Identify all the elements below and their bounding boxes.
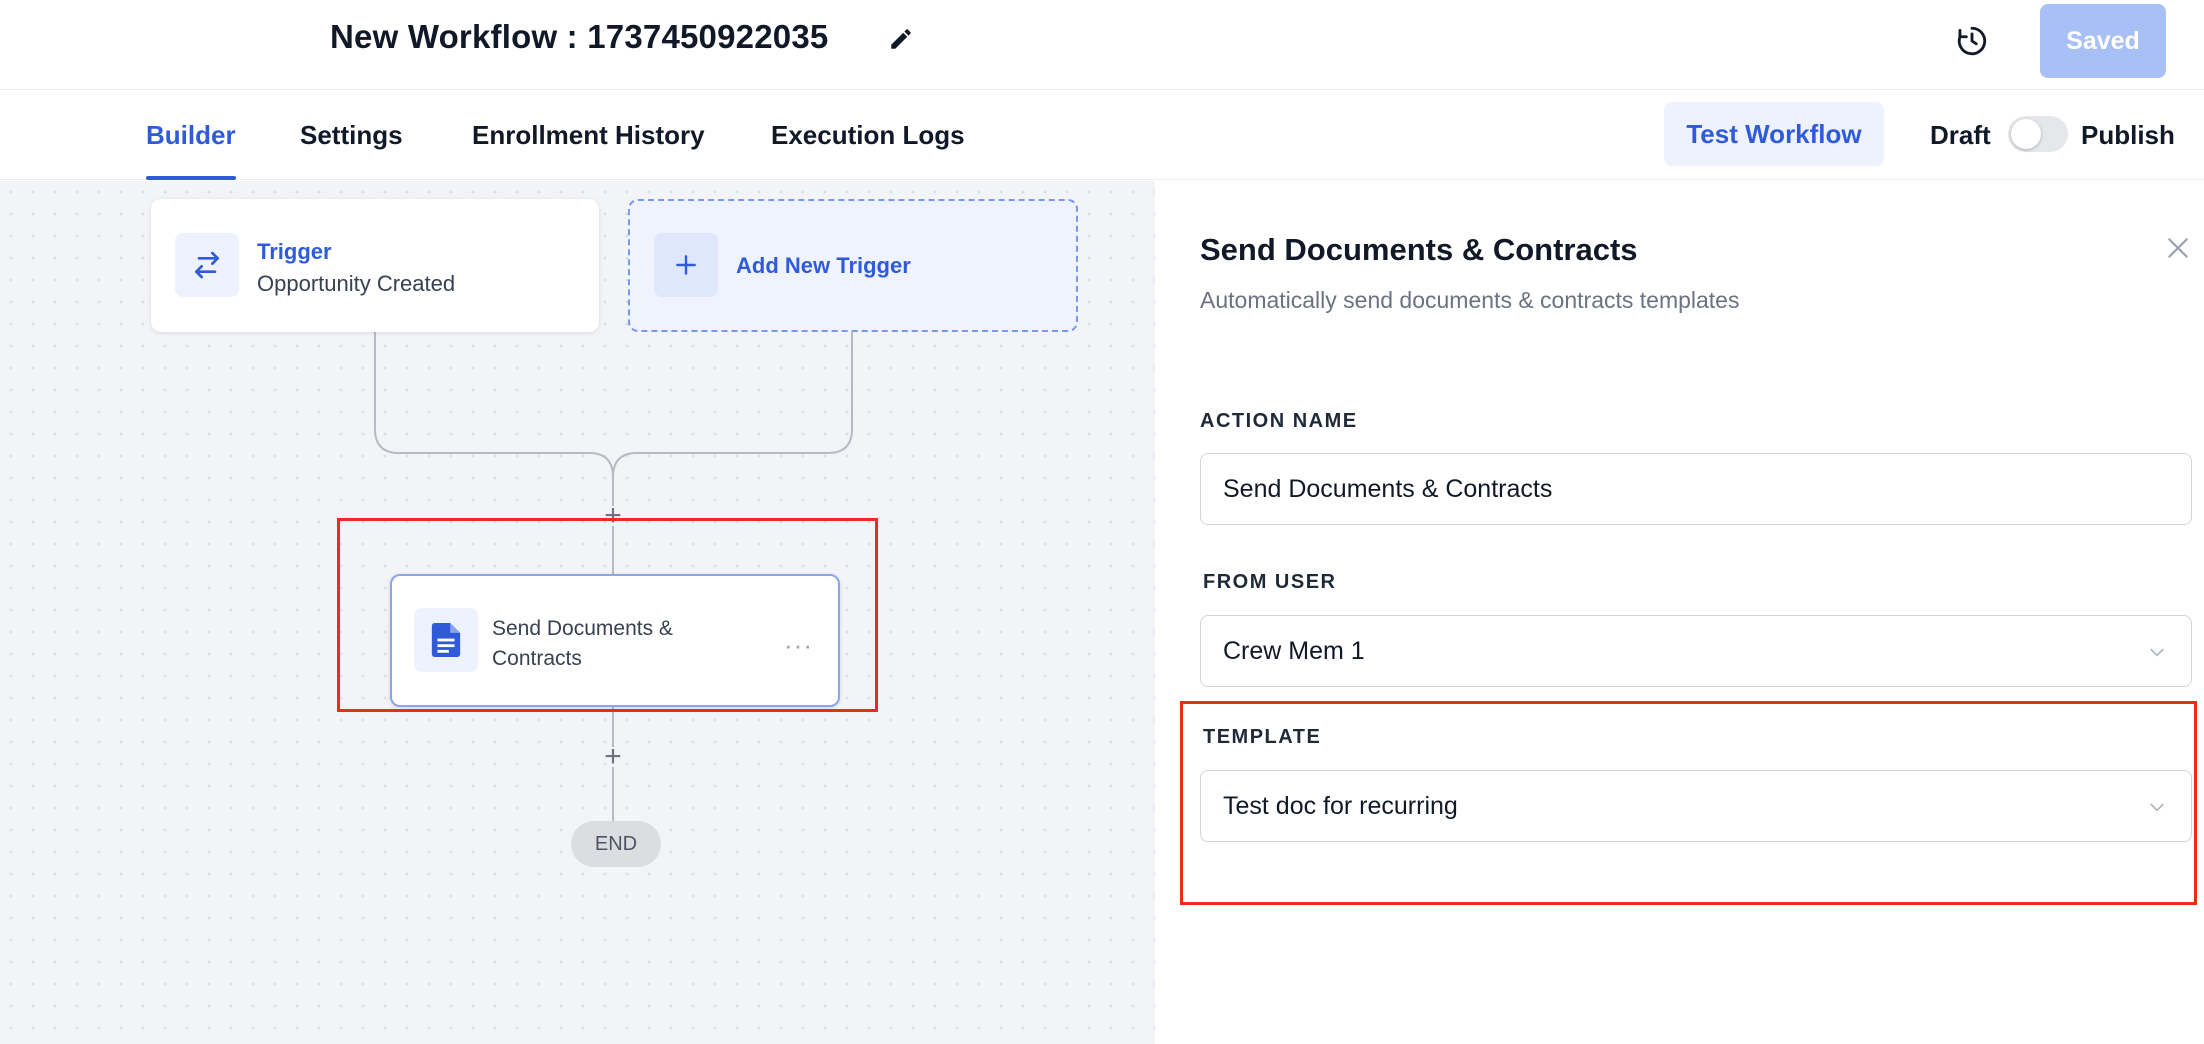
action-card-label: Send Documents & Contracts: [492, 617, 673, 670]
template-select[interactable]: Test doc for recurring: [1200, 770, 2192, 842]
plus-icon: [676, 255, 696, 275]
from-user-value: Crew Mem 1: [1223, 636, 1365, 665]
document-icon: [431, 623, 461, 657]
history-clock-icon[interactable]: [1955, 24, 1989, 58]
action-name-value: Send Documents & Contracts: [1223, 474, 1553, 503]
action-icon-box: [414, 608, 478, 672]
top-bar: New Workflow : 1737450922035 Saved: [0, 0, 2204, 90]
panel-subtitle: Automatically send documents & contracts…: [1200, 287, 1740, 313]
draft-label: Draft: [1930, 120, 1991, 150]
action-config-panel: Send Documents & Contracts Automatically…: [1155, 181, 2204, 1044]
tab-enrollment-history[interactable]: Enrollment History: [472, 120, 705, 151]
from-user-label: FROM USER: [1203, 571, 1337, 593]
send-documents-action-card[interactable]: Send Documents & Contracts ···: [390, 574, 840, 707]
workflow-canvas[interactable]: Trigger Opportunity Created Add New Trig…: [0, 181, 1155, 1044]
tab-builder[interactable]: Builder: [146, 120, 236, 151]
panel-title: Send Documents & Contracts: [1200, 232, 1638, 267]
active-tab-indicator: [146, 176, 236, 180]
add-new-trigger-button[interactable]: Add New Trigger: [628, 199, 1078, 332]
trigger-card[interactable]: Trigger Opportunity Created: [151, 199, 599, 332]
pencil-icon[interactable]: [888, 26, 914, 52]
tab-bar: Builder Settings Enrollment History Exec…: [0, 90, 2204, 180]
more-options-icon[interactable]: ···: [784, 630, 813, 661]
trigger-subtitle: Opportunity Created: [257, 271, 456, 296]
publish-label: Publish: [2081, 120, 2175, 150]
chevron-down-icon: [2150, 648, 2164, 657]
plus-icon-box: [654, 233, 718, 297]
publish-toggle[interactable]: [2008, 116, 2068, 152]
template-label: TEMPLATE: [1203, 726, 1322, 748]
from-user-select[interactable]: Crew Mem 1: [1200, 615, 2192, 687]
chevron-down-icon: [2150, 803, 2164, 812]
test-workflow-button[interactable]: Test Workflow: [1664, 102, 1884, 166]
close-icon[interactable]: [2165, 235, 2191, 261]
end-node: END: [571, 821, 661, 867]
saved-button[interactable]: Saved: [2040, 4, 2166, 78]
action-name-label: ACTION NAME: [1200, 410, 1358, 432]
action-name-input[interactable]: Send Documents & Contracts: [1200, 453, 2192, 525]
toggle-knob: [2011, 119, 2041, 149]
add-step-plus-icon[interactable]: +: [598, 742, 628, 772]
tab-execution-logs[interactable]: Execution Logs: [771, 120, 965, 151]
tab-settings[interactable]: Settings: [300, 120, 403, 151]
swap-arrows-icon: [195, 251, 219, 279]
add-new-trigger-label: Add New Trigger: [736, 253, 911, 278]
workflow-title: New Workflow : 1737450922035: [330, 18, 829, 55]
trigger-title: Trigger: [257, 239, 332, 264]
template-value: Test doc for recurring: [1223, 791, 1458, 820]
trigger-icon-box: [175, 233, 239, 297]
add-step-plus-icon[interactable]: +: [598, 501, 628, 531]
